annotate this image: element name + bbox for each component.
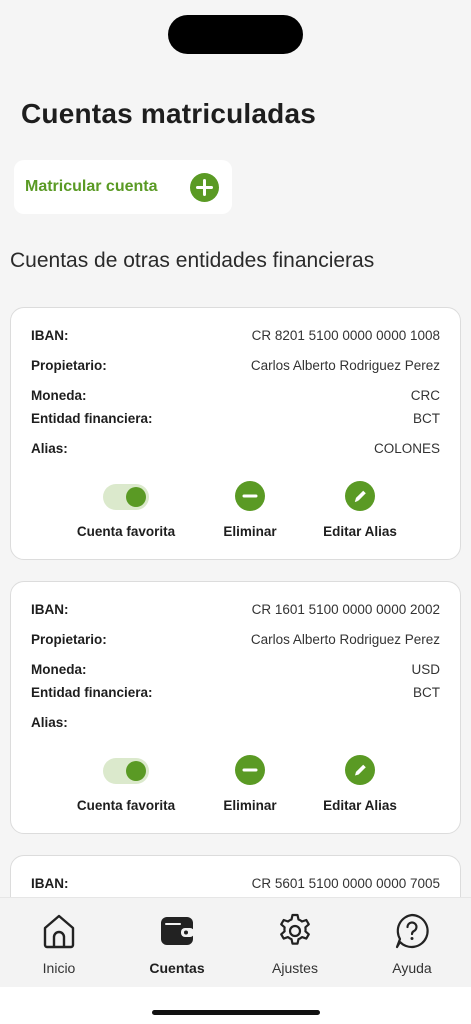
account-card: IBAN: CR 8201 5100 0000 0000 1008 Propie… — [10, 307, 461, 560]
minus-icon[interactable] — [235, 481, 265, 511]
tab-bar: Inicio Cuentas Ajustes Ayuda — [0, 897, 471, 987]
currency-row: Moneda: USD — [31, 662, 440, 677]
favorite-label: Cuenta favorita — [76, 798, 176, 813]
favorite-toggle[interactable] — [103, 484, 149, 510]
favorite-label: Cuenta favorita — [76, 524, 176, 539]
entity-value: BCT — [413, 411, 440, 426]
iban-row: IBAN: CR 1601 5100 0000 0000 2002 — [31, 602, 440, 617]
dynamic-island — [168, 15, 303, 54]
alias-label: Alias: — [31, 715, 68, 730]
enroll-account-label: Matricular cuenta — [25, 178, 158, 195]
toggle-knob — [126, 487, 146, 507]
owner-value: Carlos Alberto Rodriguez Perez — [250, 632, 440, 647]
tab-label: Cuentas — [149, 960, 205, 976]
owner-row: Propietario: Carlos Alberto Rodriguez Pe… — [31, 358, 440, 373]
pencil-icon[interactable] — [345, 481, 375, 511]
iban-value: CR 8201 5100 0000 0000 1008 — [251, 328, 440, 343]
currency-value: CRC — [410, 388, 440, 403]
minus-icon[interactable] — [235, 755, 265, 785]
help-icon — [395, 913, 429, 949]
enroll-account-button[interactable]: Matricular cuenta — [14, 160, 232, 214]
home-indicator[interactable] — [152, 1010, 320, 1015]
edit-alias-label: Editar Alias — [323, 524, 397, 539]
iban-value: CR 1601 5100 0000 0000 2002 — [251, 602, 440, 617]
home-icon — [43, 914, 75, 949]
bottom-safe-area — [0, 987, 471, 1024]
alias-row: Alias: COLONES — [31, 441, 440, 456]
toggle-knob — [126, 761, 146, 781]
tab-label: Ajustes — [272, 960, 318, 976]
iban-label: IBAN: — [31, 602, 69, 617]
iban-row: IBAN: CR 8201 5100 0000 0000 1008 — [31, 328, 440, 343]
alias-value: COLONES — [373, 441, 440, 456]
iban-label: IBAN: — [31, 876, 69, 891]
tab-label: Ayuda — [392, 960, 432, 976]
currency-value: USD — [411, 662, 440, 677]
iban-value: CR 5601 5100 0000 0000 7005 — [251, 876, 440, 891]
tab-cuentas[interactable]: Cuentas — [118, 898, 236, 988]
pencil-icon[interactable] — [345, 755, 375, 785]
wallet-icon — [161, 917, 194, 945]
currency-label: Moneda: — [31, 662, 87, 677]
edit-alias-label: Editar Alias — [323, 798, 397, 813]
tab-ajustes[interactable]: Ajustes — [236, 898, 354, 988]
entity-row: Entidad financiera: BCT — [31, 685, 440, 700]
entity-value: BCT — [413, 685, 440, 700]
gear-icon — [280, 913, 310, 945]
iban-row: IBAN: CR 5601 5100 0000 0000 7005 — [31, 876, 440, 891]
entity-label: Entidad financiera: — [31, 411, 153, 426]
owner-label: Propietario: — [31, 632, 107, 647]
entity-label: Entidad financiera: — [31, 685, 153, 700]
iban-label: IBAN: — [31, 328, 69, 343]
plus-icon — [190, 173, 219, 202]
alias-label: Alias: — [31, 441, 68, 456]
section-title: Cuentas de otras entidades financieras — [10, 249, 375, 272]
entity-row: Entidad financiera: BCT — [31, 411, 440, 426]
alias-row: Alias: — [31, 715, 440, 730]
tab-inicio[interactable]: Inicio — [0, 898, 118, 988]
owner-row: Propietario: Carlos Alberto Rodriguez Pe… — [31, 632, 440, 647]
owner-label: Propietario: — [31, 358, 107, 373]
account-card: IBAN: CR 1601 5100 0000 0000 2002 Propie… — [10, 581, 461, 834]
currency-row: Moneda: CRC — [31, 388, 440, 403]
currency-label: Moneda: — [31, 388, 87, 403]
tab-ayuda[interactable]: Ayuda — [353, 898, 471, 988]
owner-value: Carlos Alberto Rodriguez Perez — [250, 358, 440, 373]
page-title: Cuentas matriculadas — [21, 98, 316, 129]
tab-label: Inicio — [42, 960, 76, 976]
favorite-toggle[interactable] — [103, 758, 149, 784]
